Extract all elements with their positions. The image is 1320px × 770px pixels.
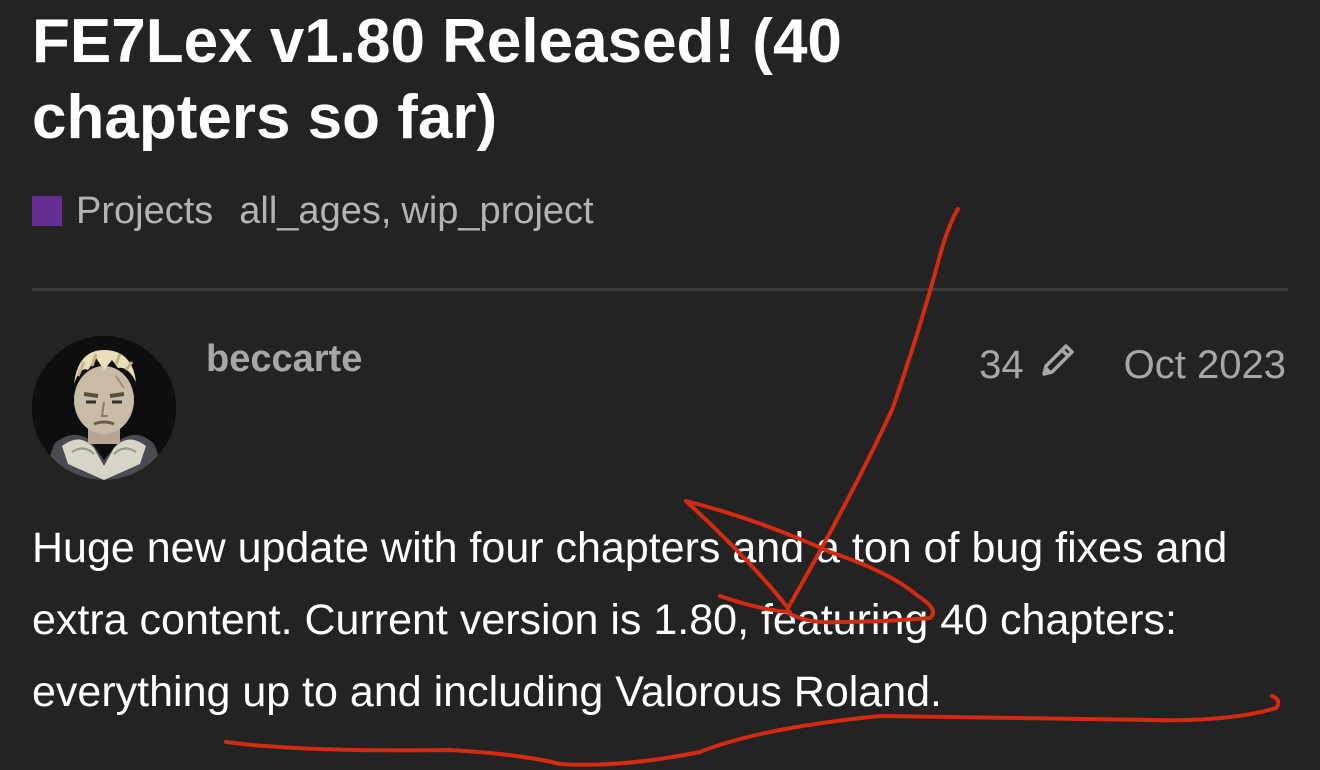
edit-count: 34 — [979, 342, 1024, 387]
tag-wip-project[interactable]: wip_project — [401, 190, 593, 233]
post-date[interactable]: Oct 2023 — [1124, 343, 1286, 388]
edit-history-button[interactable]: 34 — [979, 340, 1078, 390]
tag-list: all_ages, wip_project — [239, 190, 593, 233]
pencil-icon — [1038, 340, 1078, 390]
tag-separator: , — [380, 189, 392, 232]
topic-title[interactable]: FE7Lex v1.80 Released! (40 chapters so f… — [32, 4, 1032, 156]
category-badge[interactable]: Projects — [32, 190, 213, 233]
category-name: Projects — [76, 189, 214, 232]
avatar[interactable] — [32, 336, 176, 480]
category-color-swatch — [32, 196, 62, 226]
post-body: Huge new update with four chapters and a… — [32, 524, 1228, 716]
tag-all-ages[interactable]: all_ages — [239, 190, 381, 233]
post-author[interactable]: beccarte — [206, 338, 362, 381]
topic-meta: Projects all_ages, wip_project — [32, 188, 594, 234]
post-meta: 34 Oct 2023 — [979, 340, 1286, 390]
topic-divider — [32, 288, 1288, 291]
